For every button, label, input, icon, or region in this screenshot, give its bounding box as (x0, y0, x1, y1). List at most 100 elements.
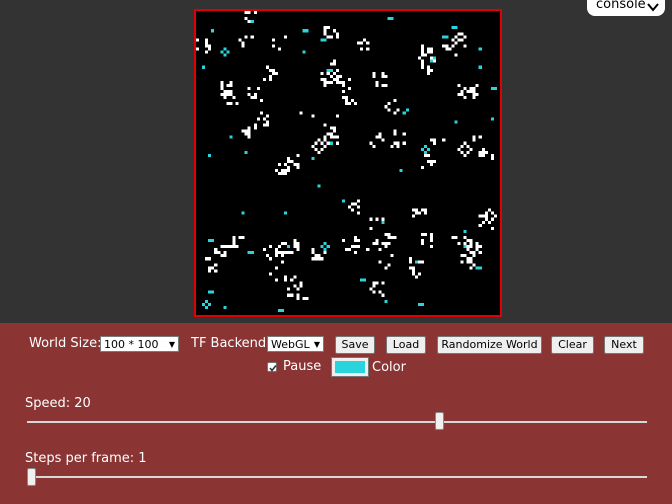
life-cell (430, 159, 434, 163)
life-cell (484, 217, 488, 221)
life-cell (463, 96, 467, 100)
life-cell (235, 102, 239, 106)
life-cell (478, 223, 482, 227)
life-cell (290, 293, 294, 297)
pause-checkbox[interactable] (267, 362, 277, 372)
life-cell (430, 138, 434, 142)
life-cell (247, 20, 251, 24)
life-cell (323, 29, 327, 33)
life-cell (208, 269, 212, 273)
life-cell (296, 287, 300, 291)
life-cell (402, 111, 406, 115)
speed-slider[interactable] (27, 421, 647, 423)
life-cell (287, 287, 291, 291)
life-cell (369, 287, 373, 291)
world-size-select[interactable]: 100 * 100 ▼ (100, 336, 179, 352)
life-cell (387, 235, 391, 239)
life-cell (357, 239, 361, 243)
life-cell (247, 135, 251, 139)
life-cell (323, 138, 327, 142)
life-cell (202, 65, 206, 69)
life-cell (247, 11, 251, 15)
life-cell (369, 217, 373, 221)
life-cell (354, 245, 358, 249)
randomize-world-button[interactable]: Randomize World (437, 336, 542, 354)
life-cell (454, 53, 458, 57)
backend-select[interactable]: WebGL ▼ (267, 336, 324, 352)
life-cell (220, 83, 224, 87)
life-cell (469, 257, 473, 261)
life-cell (360, 278, 364, 282)
life-cell (208, 239, 212, 243)
life-cell (253, 93, 257, 97)
life-cell (220, 245, 224, 249)
life-cell (457, 147, 461, 151)
life-cell (205, 299, 209, 303)
life-cell (390, 144, 394, 148)
life-cell (272, 68, 276, 72)
life-cell (214, 263, 218, 267)
life-cell (433, 56, 437, 60)
life-cell (490, 87, 494, 91)
life-cell (247, 126, 251, 130)
life-cell (223, 96, 227, 100)
life-cell (354, 235, 358, 239)
life-cell (326, 35, 330, 39)
life-cell (244, 132, 248, 136)
checkmark-icon (269, 365, 277, 372)
life-cell (463, 254, 467, 258)
life-cell (366, 248, 370, 252)
life-cell (278, 47, 282, 51)
life-cell (202, 302, 206, 306)
life-cell (424, 153, 428, 157)
life-cell (478, 251, 482, 255)
control-panel: World Size: 100 * 100 ▼ TF Backend: WebG… (0, 323, 672, 504)
life-cell (232, 245, 236, 249)
life-cell (244, 150, 248, 154)
life-grid[interactable] (194, 9, 502, 317)
life-cell (478, 245, 482, 249)
life-cell (408, 260, 412, 264)
color-picker[interactable] (331, 357, 369, 377)
life-cell (460, 90, 464, 94)
life-cell (351, 245, 355, 249)
life-cell (208, 290, 212, 294)
life-cell (469, 90, 473, 94)
life-cell (484, 211, 488, 215)
console-toggle[interactable]: console (587, 0, 665, 16)
life-cell (232, 96, 236, 100)
life-cell (256, 87, 260, 91)
life-cell (475, 83, 479, 87)
life-cell (223, 305, 227, 309)
load-button[interactable]: Load (386, 336, 426, 354)
life-cell (381, 71, 385, 75)
life-cell (281, 308, 285, 312)
life-cell (454, 41, 458, 45)
life-cell (275, 278, 279, 282)
life-cell (454, 26, 458, 30)
life-cell (229, 93, 233, 97)
life-cell (281, 242, 285, 246)
life-cell (466, 90, 470, 94)
life-cell (469, 260, 473, 264)
save-button[interactable]: Save (335, 336, 375, 354)
life-cell (490, 153, 494, 157)
life-cell (466, 245, 470, 249)
steps-slider-thumb[interactable] (27, 468, 36, 486)
life-cell (296, 163, 300, 167)
life-cell (223, 93, 227, 97)
steps-slider[interactable] (27, 476, 647, 478)
life-cell (433, 138, 437, 142)
life-cell (460, 38, 464, 42)
life-cell (284, 251, 288, 255)
life-cell (296, 248, 300, 252)
clear-button[interactable]: Clear (551, 336, 594, 354)
life-cell (208, 47, 212, 51)
life-cell (414, 260, 418, 264)
life-cell (393, 132, 397, 136)
life-cell (430, 239, 434, 243)
speed-slider-thumb[interactable] (435, 412, 444, 430)
life-cell (369, 226, 373, 230)
next-button[interactable]: Next (604, 336, 644, 354)
life-cell (478, 153, 482, 157)
